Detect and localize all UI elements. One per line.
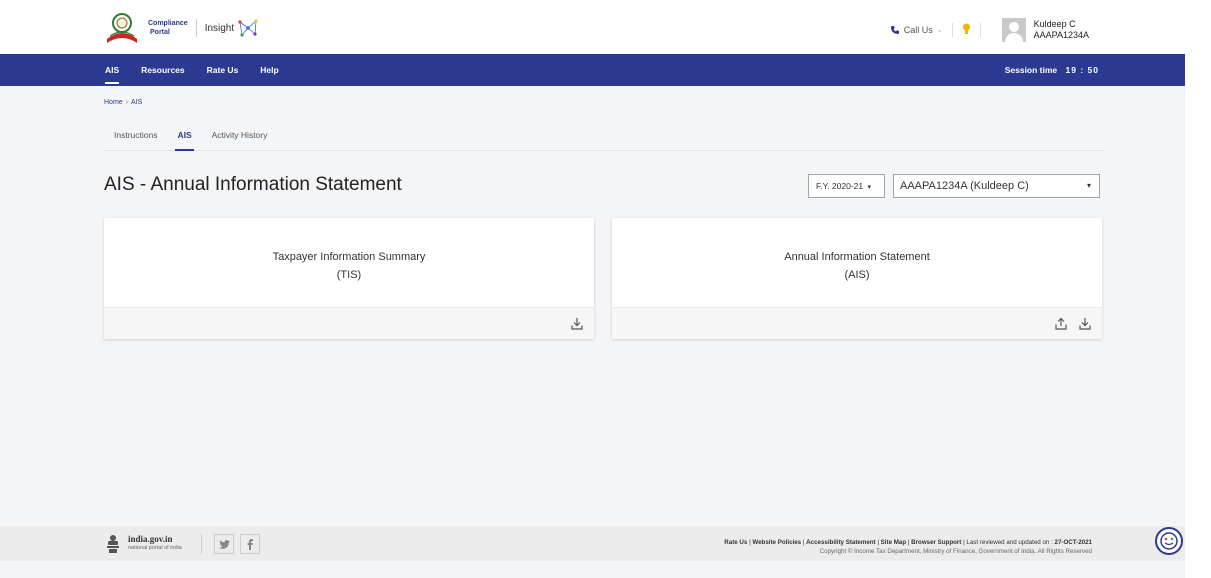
insight-label: Insight <box>204 22 235 34</box>
nav-item-help[interactable]: Help <box>260 54 278 86</box>
nav-item-rate-us[interactable]: Rate Us <box>207 54 239 86</box>
header-divider <box>979 23 981 37</box>
nav-item-ais[interactable]: AIS <box>105 54 120 86</box>
session-label: Session time <box>1004 65 1058 75</box>
page-scrollbar[interactable] <box>1185 0 1211 578</box>
income-tax-emblem-icon <box>104 12 140 44</box>
ais-card-title: Annual Information Statement <box>784 251 930 263</box>
top-header: Compliance Portal Insight Call Us ⌄ Kuld… <box>0 0 1185 54</box>
breadcrumb-home[interactable]: Home <box>104 99 123 106</box>
download-icon[interactable] <box>1078 317 1092 331</box>
tab-activity-history[interactable]: Activity History <box>212 125 268 151</box>
facebook-icon[interactable] <box>240 534 260 554</box>
header-actions: Call Us ⌄ Kuldeep C AAAPA1234A <box>890 18 1089 42</box>
pan-select-value: AAAPA1234A (Kuldeep C) <box>900 180 1029 192</box>
footer-links: Rate Us | Website Policies | Accessibili… <box>724 539 1093 555</box>
portal-logo[interactable]: Compliance Portal Insight <box>104 12 259 44</box>
insight-network-icon <box>238 19 258 37</box>
avatar[interactable] <box>1001 18 1026 42</box>
social-links <box>201 534 266 554</box>
call-us-label: Call Us <box>903 25 933 35</box>
india-gov-link[interactable]: india.gov.in national portal of india <box>106 534 182 554</box>
ais-card-subtitle: (AIS) <box>844 269 870 281</box>
tab-ais[interactable]: AIS <box>175 125 194 151</box>
page-footer: india.gov.in national portal of india Ra… <box>0 526 1185 561</box>
insight-logo: Insight <box>205 18 259 38</box>
page-title: AIS - Annual Information Statement <box>104 174 402 195</box>
lightbulb-icon[interactable] <box>962 23 971 38</box>
upload-icon[interactable] <box>1054 317 1068 331</box>
fy-value: F.Y. 2020-21 <box>816 181 864 191</box>
fy-dropdown[interactable]: F.Y. 2020-21 ▾ <box>808 174 885 198</box>
breadcrumb: Home › AIS <box>104 99 142 106</box>
user-pan: AAAPA1234A <box>1033 30 1089 40</box>
pan-select[interactable]: AAAPA1234A (Kuldeep C) ▾ <box>893 174 1100 198</box>
ais-card-body[interactable]: Annual Information Statement (AIS) <box>612 218 1102 308</box>
caret-down-icon: ▾ <box>867 184 871 191</box>
nav-item-resources[interactable]: Resources <box>141 54 184 86</box>
tis-card-title: Taxpayer Information Summary <box>272 251 426 263</box>
gov-subtitle: national portal of india <box>128 545 182 551</box>
page-tabs: Instructions AIS Activity History <box>104 125 1104 151</box>
breadcrumb-separator: › <box>125 99 129 106</box>
phone-icon <box>890 26 899 34</box>
download-icon[interactable] <box>570 317 584 331</box>
chatbot-icon[interactable] <box>1155 527 1183 555</box>
tab-instructions[interactable]: Instructions <box>114 125 157 151</box>
chevron-down-icon: ⌄ <box>936 27 943 34</box>
tis-card[interactable]: Taxpayer Information Summary (TIS) <box>104 218 594 339</box>
twitter-icon[interactable] <box>214 534 234 554</box>
footer-link-rate-us[interactable]: Rate Us <box>724 539 747 546</box>
footer-divider <box>201 534 202 554</box>
user-info[interactable]: Kuldeep C AAAPA1234A <box>1034 19 1089 41</box>
tis-card-body[interactable]: Taxpayer Information Summary (TIS) <box>104 218 594 308</box>
brand-divider <box>195 19 197 37</box>
ais-card-footer <box>612 308 1102 339</box>
main-navbar: AIS Resources Rate Us Help Session time … <box>0 54 1185 86</box>
copyright-text: Copyright © Income Tax Department, Minis… <box>819 548 1092 555</box>
footer-link-browser-support[interactable]: Browser Support <box>911 539 961 546</box>
session-time: 19 : 50 <box>1065 65 1099 75</box>
header-divider <box>951 23 953 37</box>
brand-line-2: Portal <box>150 29 170 36</box>
ais-card[interactable]: Annual Information Statement (AIS) <box>612 218 1102 339</box>
footer-link-accessibility[interactable]: Accessibility Statement <box>806 539 875 546</box>
caret-down-icon: ▾ <box>1086 181 1091 190</box>
call-us-dropdown[interactable]: Call Us ⌄ <box>890 25 943 35</box>
tis-card-subtitle: (TIS) <box>336 269 362 281</box>
last-reviewed-date: 27-OCT-2021 <box>1054 539 1093 546</box>
last-reviewed-label: Last reviewed and updated on : <box>966 539 1055 546</box>
brand-line-1: Compliance <box>148 20 188 27</box>
footer-link-site-map[interactable]: Site Map <box>881 539 906 546</box>
user-name: Kuldeep C <box>1033 19 1076 29</box>
breadcrumb-current: AIS <box>131 99 143 106</box>
session-timer: Session time 19 : 50 <box>1005 54 1099 86</box>
tis-card-footer <box>104 308 594 339</box>
gov-name: india.gov.in <box>128 534 173 544</box>
national-emblem-icon <box>106 534 120 554</box>
footer-link-website-policies[interactable]: Website Policies <box>752 539 801 546</box>
brand-name: Compliance Portal <box>148 19 188 37</box>
